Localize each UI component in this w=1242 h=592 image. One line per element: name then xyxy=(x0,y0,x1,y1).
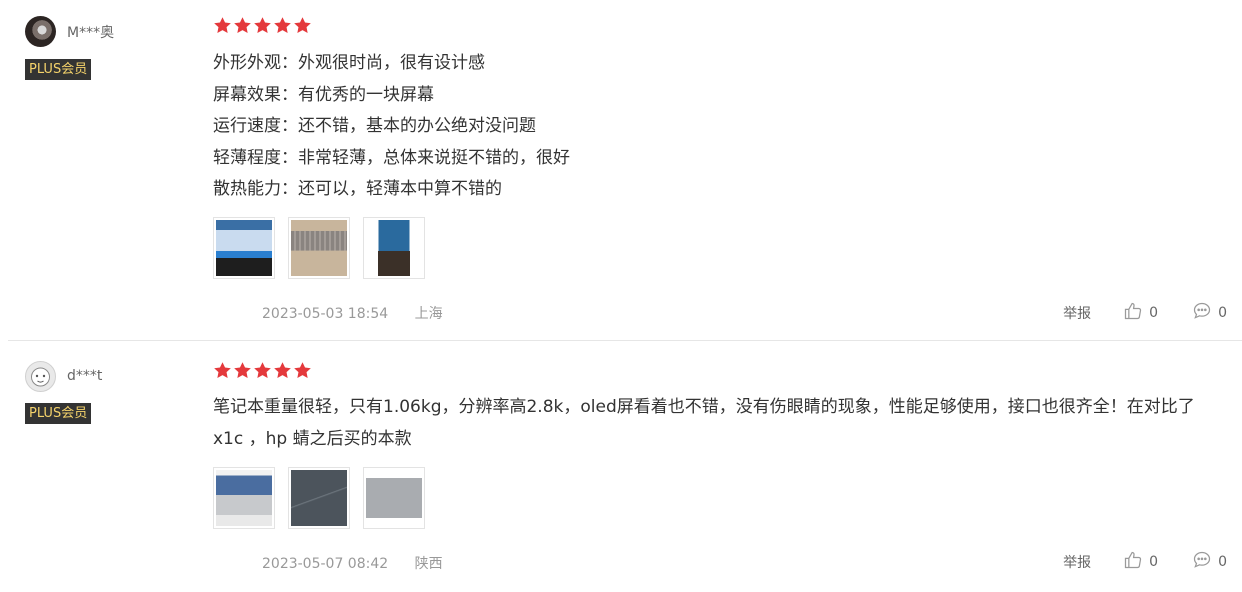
star-icon xyxy=(213,361,232,380)
star-icon xyxy=(213,16,232,35)
like-count: 0 xyxy=(1149,305,1159,321)
rating-stars xyxy=(213,16,312,35)
star-icon xyxy=(293,16,312,35)
star-icon xyxy=(233,16,252,35)
username[interactable]: d***t xyxy=(67,368,102,384)
review-images xyxy=(213,467,425,529)
reply-count: 0 xyxy=(1218,554,1227,570)
reply-button[interactable]: 0 xyxy=(1192,550,1227,574)
review-line: 轻薄程度：非常轻薄，总体来说挺不错的，很好 xyxy=(213,147,570,168)
thumbs-up-icon xyxy=(1123,550,1143,574)
review-line: 运行速度：还不错，基本的办公绝对没问题 xyxy=(213,116,536,136)
review-actions: 举报 0 0 xyxy=(1063,550,1227,574)
review-image-thumbnail[interactable] xyxy=(288,217,350,279)
review-line: 屏幕效果：有优秀的一块屏幕 xyxy=(213,84,434,105)
review-item: d***t PLUS会员 笔记本重量很轻，只有1.06kg，分辨率高2.8k，o… xyxy=(0,341,1242,592)
report-button[interactable]: 举报 xyxy=(1063,303,1091,323)
username[interactable]: M***奥 xyxy=(67,22,114,42)
review-meta: 2023-05-03 18:54 上海 xyxy=(262,303,443,323)
plus-member-badge: PLUS会员 xyxy=(25,403,92,424)
review-location: 陕西 xyxy=(414,556,443,572)
reply-button[interactable]: 0 xyxy=(1192,301,1227,325)
review-image-thumbnail[interactable] xyxy=(363,467,425,529)
like-button[interactable]: 0 xyxy=(1123,550,1158,574)
plus-member-badge: PLUS会员 xyxy=(25,59,92,80)
like-count: 0 xyxy=(1149,554,1159,570)
review-line: 笔记本重量很轻，只有1.06kg，分辨率高2.8k，oled屏看着也不错，没有伤… xyxy=(213,397,1195,417)
report-button[interactable]: 举报 xyxy=(1063,552,1091,572)
review-item: M***奥 PLUS会员 外形外观：外观很时尚，很有设计感 屏幕效果：有优秀的一… xyxy=(0,0,1242,341)
review-date: 2023-05-07 08:42 xyxy=(262,556,389,572)
comment-icon xyxy=(1192,301,1212,325)
like-button[interactable]: 0 xyxy=(1123,301,1158,325)
review-location: 上海 xyxy=(414,306,443,322)
star-icon xyxy=(273,16,292,35)
review-line: 散热能力：还可以，轻薄本中算不错的 xyxy=(213,179,502,199)
review-text: 外形外观：外观很时尚，很有设计感 屏幕效果：有优秀的一块屏幕 运行速度：还不错，… xyxy=(213,48,1223,206)
star-icon xyxy=(233,361,252,380)
review-images xyxy=(213,217,425,279)
thumbs-up-icon xyxy=(1123,301,1143,325)
rating-stars xyxy=(213,361,312,380)
review-image-thumbnail[interactable] xyxy=(288,467,350,529)
comment-icon xyxy=(1192,550,1212,574)
review-image-thumbnail[interactable] xyxy=(363,217,425,279)
review-text: 笔记本重量很轻，只有1.06kg，分辨率高2.8k，oled屏看着也不错，没有伤… xyxy=(213,392,1223,455)
review-image-thumbnail[interactable] xyxy=(213,217,275,279)
reply-count: 0 xyxy=(1218,305,1227,321)
review-line: x1c ，hp 蜻之后买的本款 xyxy=(213,428,412,449)
review-image-thumbnail[interactable] xyxy=(213,467,275,529)
star-icon xyxy=(253,361,272,380)
star-icon xyxy=(293,361,312,380)
review-line: 外形外观：外观很时尚，很有设计感 xyxy=(213,53,485,73)
star-icon xyxy=(253,16,272,35)
review-meta: 2023-05-07 08:42 陕西 xyxy=(262,553,443,573)
review-actions: 举报 0 0 xyxy=(1063,301,1227,325)
review-date: 2023-05-03 18:54 xyxy=(262,306,389,322)
avatar[interactable] xyxy=(25,16,56,47)
avatar[interactable] xyxy=(25,361,56,392)
star-icon xyxy=(273,361,292,380)
